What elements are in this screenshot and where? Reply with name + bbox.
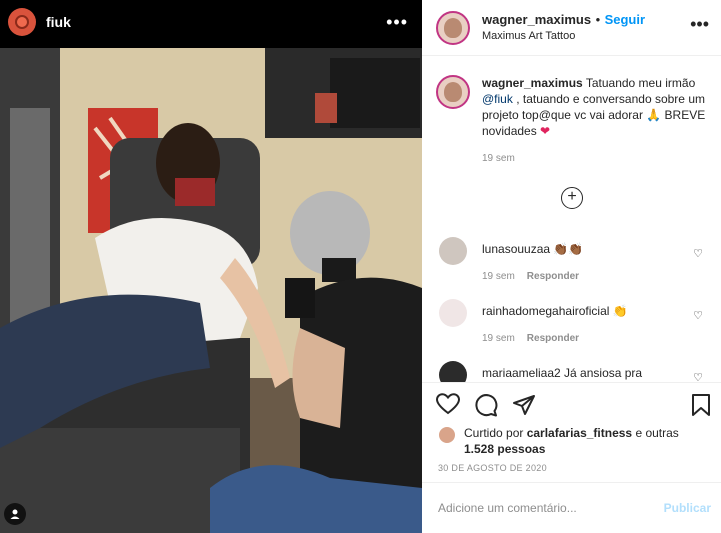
comment-text: Já ansiosa pra bbox=[564, 366, 643, 380]
share-icon[interactable] bbox=[512, 393, 536, 417]
comment-like-heart-icon[interactable]: ♡ bbox=[693, 309, 703, 322]
likes-count[interactable]: 1.528 pessoas bbox=[464, 442, 545, 456]
add-circle-icon[interactable]: + bbox=[561, 187, 583, 209]
heart-icon[interactable] bbox=[436, 393, 460, 415]
reply-button[interactable]: Responder bbox=[527, 333, 579, 344]
caption-time[interactable]: 19 sem bbox=[482, 153, 711, 164]
likes-summary: Curtido por carlafarias_fitness e outras… bbox=[436, 425, 706, 457]
comment-text: 👏 bbox=[612, 304, 628, 318]
media-header: fiuk ••• bbox=[0, 0, 422, 44]
post-actions: Curtido por carlafarias_fitness e outras… bbox=[422, 382, 721, 482]
comment-icon[interactable] bbox=[474, 393, 498, 417]
comment-time[interactable]: 19 sem bbox=[482, 271, 515, 282]
caption-text-continued: , tatuando e conversando sobre um projet… bbox=[482, 92, 706, 138]
commenter-avatar[interactable] bbox=[439, 299, 467, 327]
instagram-post-modal: fiuk ••• wagner_maximus • Seguir Maximus… bbox=[0, 0, 721, 533]
commenter-avatar[interactable] bbox=[439, 237, 467, 265]
header-separator: • bbox=[595, 11, 601, 27]
comments-list[interactable]: wagner_maximus Tatuando meu irmão @fiuk … bbox=[422, 57, 721, 382]
commenter-avatar[interactable] bbox=[439, 361, 467, 382]
comment-item: mariaameliaa2 Já ansiosa pra ♡ bbox=[436, 361, 711, 382]
comment-item: lunasouuzaa 👏🏾👏🏾 19 sem Responder ♡ bbox=[436, 237, 711, 282]
caption-avatar[interactable] bbox=[436, 75, 470, 109]
kebab-icon[interactable]: ••• bbox=[386, 12, 408, 33]
author-avatar[interactable] bbox=[436, 10, 470, 45]
add-comment-bar: Publicar bbox=[422, 482, 721, 533]
commenter-username[interactable]: lunasouuzaa bbox=[482, 242, 550, 256]
comment-like-heart-icon[interactable]: ♡ bbox=[693, 247, 703, 260]
comment-input[interactable] bbox=[438, 501, 664, 515]
bookmark-icon[interactable] bbox=[691, 393, 711, 417]
caption-mention[interactable]: @fiuk bbox=[482, 92, 513, 106]
post-header: wagner_maximus • Seguir Maximus Art Tatt… bbox=[422, 0, 721, 56]
comment-item: rainhadomegahairoficial 👏 19 sem Responde… bbox=[436, 299, 711, 344]
location-link[interactable]: Maximus Art Tattoo bbox=[482, 28, 645, 45]
commenter-username[interactable]: rainhadomegahairoficial bbox=[482, 304, 609, 318]
caption-text: Tatuando meu irmão bbox=[585, 76, 696, 90]
comment-text: 👏🏾👏🏾 bbox=[553, 242, 584, 256]
publish-button[interactable]: Publicar bbox=[664, 501, 711, 515]
story-avatar[interactable] bbox=[8, 8, 36, 36]
liker-username[interactable]: carlafarias_fitness bbox=[527, 426, 632, 440]
liker-avatar[interactable] bbox=[438, 426, 456, 444]
media-username[interactable]: fiuk bbox=[46, 14, 71, 30]
caption-heart-emoji: ❤ bbox=[540, 124, 551, 138]
post-media: fiuk ••• bbox=[0, 0, 422, 533]
likes-prefix: Curtido por bbox=[464, 426, 527, 440]
post-caption: wagner_maximus Tatuando meu irmão @fiuk … bbox=[436, 75, 711, 164]
comment-time[interactable]: 19 sem bbox=[482, 333, 515, 344]
post-photo[interactable] bbox=[0, 48, 422, 533]
kebab-icon[interactable]: ••• bbox=[690, 14, 709, 35]
likes-middle: e outras bbox=[632, 426, 679, 440]
post-side-panel: wagner_maximus • Seguir Maximus Art Tatt… bbox=[422, 0, 721, 533]
reply-button[interactable]: Responder bbox=[527, 271, 579, 282]
follow-button[interactable]: Seguir bbox=[605, 12, 645, 27]
comment-like-heart-icon[interactable]: ♡ bbox=[693, 371, 703, 382]
caption-username[interactable]: wagner_maximus bbox=[482, 76, 583, 90]
post-date[interactable]: 30 DE AGOSTO DE 2020 bbox=[438, 463, 547, 473]
commenter-username[interactable]: mariaameliaa2 bbox=[482, 366, 561, 380]
user-tag-icon[interactable] bbox=[4, 503, 26, 525]
author-username[interactable]: wagner_maximus bbox=[482, 12, 591, 27]
